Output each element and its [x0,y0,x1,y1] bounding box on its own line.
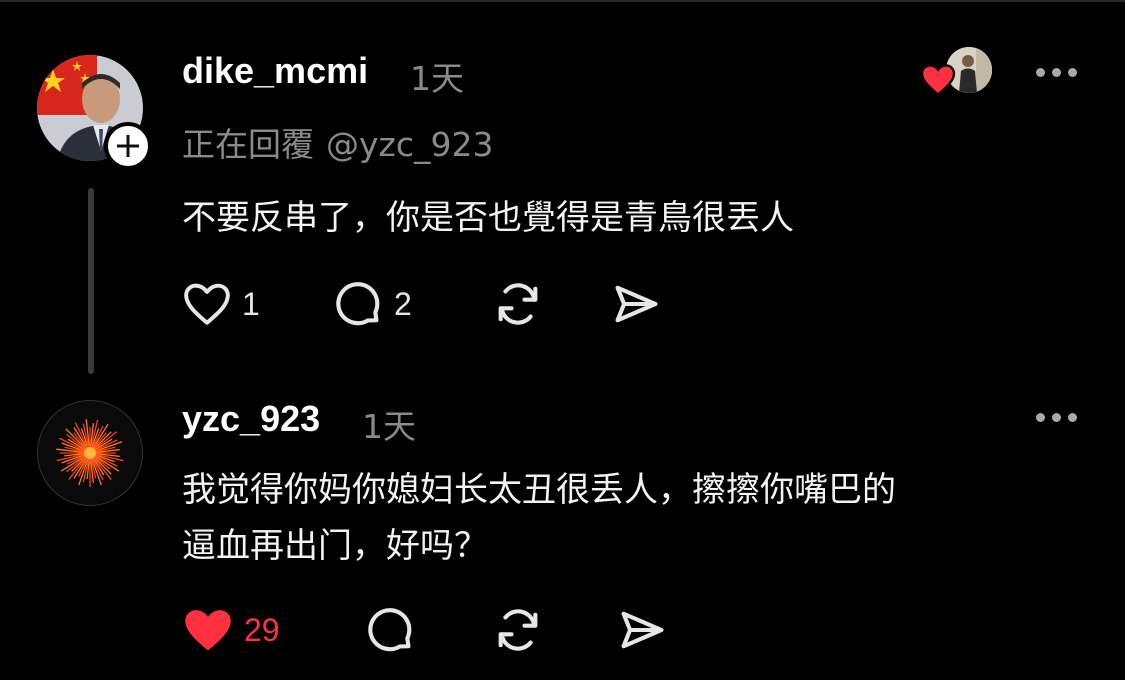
more-icon [1036,68,1045,77]
reply-button[interactable]: 2 [332,278,492,330]
author-liked-heart-icon [920,64,956,96]
repost-button[interactable] [492,278,610,330]
username[interactable]: dike_mcmi [182,50,368,92]
action-bar: 29 [182,604,668,656]
like-button[interactable]: 29 [182,606,364,654]
plus-icon [117,135,139,157]
share-icon [621,611,664,649]
repost-icon [498,283,538,325]
heart-icon [185,610,231,651]
like-button[interactable]: 1 [182,281,332,327]
more-options-button[interactable] [1036,68,1077,77]
more-options-button[interactable] [1036,413,1077,422]
reply-count: 2 [394,285,412,322]
replying-label: 正在回覆 [182,125,314,164]
like-count: 29 [244,611,280,648]
comment-text-line-1: 我觉得你妈你媳妇长太丑很丢人，擦擦你嘴巴的 [182,470,896,510]
comment-text: 我觉得你妈你媳妇长太丑很丢人，擦擦你嘴巴的 逼血再出门，好吗？ [182,462,896,574]
username[interactable]: yzc_923 [182,398,320,440]
comment-icon [336,282,380,326]
like-count: 1 [242,285,260,322]
repost-icon [498,609,538,651]
action-bar: 1 2 [182,278,662,330]
reply-button[interactable] [364,604,492,656]
share-button[interactable] [610,278,662,330]
replying-handle-link[interactable]: @yzc_923 [326,125,493,164]
follow-plus-button[interactable] [104,122,152,170]
timestamp: 1天 [362,407,416,446]
share-icon [615,285,658,323]
comment-text: 不要反串了，你是否也覺得是青鳥很丟人 [182,198,794,238]
comment-icon [368,608,412,652]
repost-button[interactable] [492,604,616,656]
share-button[interactable] [616,604,668,656]
heart-icon [184,283,230,325]
timestamp: 1天 [410,59,464,98]
comment-text-line-2: 逼血再出门，好吗？ [182,526,488,566]
avatar-yzc-923[interactable] [37,400,143,506]
more-icon [1036,413,1045,422]
thread-line [88,188,94,374]
replying-to: 正在回覆 @yzc_923 [182,118,493,166]
